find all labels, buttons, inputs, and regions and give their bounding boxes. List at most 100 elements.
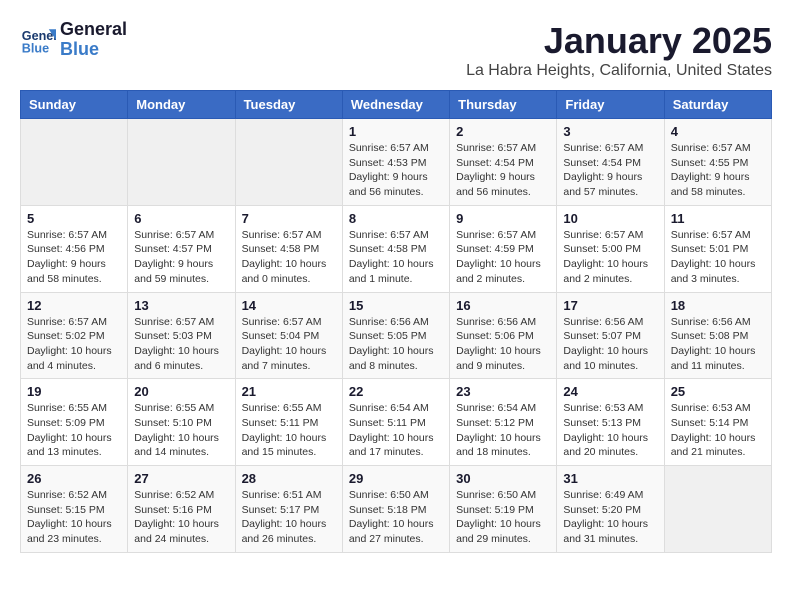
day-number: 14 (242, 298, 336, 313)
calendar-cell: 5Sunrise: 6:57 AM Sunset: 4:56 PM Daylig… (21, 205, 128, 292)
day-info: Sunrise: 6:57 AM Sunset: 4:58 PM Dayligh… (349, 228, 443, 287)
day-info: Sunrise: 6:53 AM Sunset: 5:13 PM Dayligh… (563, 401, 657, 460)
week-row-1: 1 Sunrise: 6:57 AM Sunset: 4:53 PM Daylig… (21, 119, 772, 206)
day-number: 17 (563, 298, 657, 313)
calendar-cell (235, 119, 342, 206)
logo-line1: General (60, 20, 127, 40)
day-info: Sunrise: 6:54 AM Sunset: 5:12 PM Dayligh… (456, 401, 550, 460)
day-number: 30 (456, 471, 550, 486)
day-info: Sunrise: 6:55 AM Sunset: 5:09 PM Dayligh… (27, 401, 121, 460)
day-info: Sunrise: 6:57 AM Sunset: 4:59 PM Dayligh… (456, 228, 550, 287)
calendar-cell: 28Sunrise: 6:51 AM Sunset: 5:17 PM Dayli… (235, 466, 342, 553)
svg-text:Blue: Blue (22, 41, 49, 55)
day-number: 24 (563, 384, 657, 399)
day-info: Sunrise: 6:57 AM Sunset: 5:03 PM Dayligh… (134, 315, 228, 374)
col-thursday: Thursday (450, 91, 557, 119)
day-info: Sunrise: 6:49 AM Sunset: 5:20 PM Dayligh… (563, 488, 657, 547)
day-number: 7 (242, 211, 336, 226)
calendar-cell: 3 Sunrise: 6:57 AM Sunset: 4:54 PM Daylig… (557, 119, 664, 206)
day-info: Sunrise: 6:54 AM Sunset: 5:11 PM Dayligh… (349, 401, 443, 460)
calendar-subtitle: La Habra Heights, California, United Sta… (466, 62, 772, 80)
day-number: 13 (134, 298, 228, 313)
logo-line2: Blue (60, 40, 127, 60)
day-number: 6 (134, 211, 228, 226)
day-number: 31 (563, 471, 657, 486)
calendar-cell: 21 Sunrise: 6:55 AM Sunset: 5:11 PM Dayli… (235, 379, 342, 466)
day-number: 27 (134, 471, 228, 486)
day-number: 29 (349, 471, 443, 486)
day-info: Sunrise: 6:57 AM Sunset: 4:57 PM Dayligh… (134, 228, 228, 287)
day-number: 15 (349, 298, 443, 313)
calendar-cell: 8Sunrise: 6:57 AM Sunset: 4:58 PM Daylig… (342, 205, 449, 292)
day-info: Sunrise: 6:53 AM Sunset: 5:14 PM Dayligh… (671, 401, 765, 460)
day-info: Sunrise: 6:50 AM Sunset: 5:19 PM Dayligh… (456, 488, 550, 547)
page-header: General Blue General Blue January 2025 L… (20, 20, 772, 80)
calendar-cell: 31 Sunrise: 6:49 AM Sunset: 5:20 PM Dayli… (557, 466, 664, 553)
day-info: Sunrise: 6:57 AM Sunset: 5:01 PM Dayligh… (671, 228, 765, 287)
day-info: Sunrise: 6:55 AM Sunset: 5:10 PM Dayligh… (134, 401, 228, 460)
day-info: Sunrise: 6:52 AM Sunset: 5:16 PM Dayligh… (134, 488, 228, 547)
calendar-cell: 1 Sunrise: 6:57 AM Sunset: 4:53 PM Daylig… (342, 119, 449, 206)
col-friday: Friday (557, 91, 664, 119)
calendar-cell: 30 Sunrise: 6:50 AM Sunset: 5:19 PM Dayli… (450, 466, 557, 553)
day-info: Sunrise: 6:57 AM Sunset: 5:00 PM Dayligh… (563, 228, 657, 287)
day-number: 18 (671, 298, 765, 313)
calendar-cell: 17 Sunrise: 6:56 AM Sunset: 5:07 PM Dayli… (557, 292, 664, 379)
logo-icon: General Blue (20, 22, 56, 58)
calendar-cell: 29 Sunrise: 6:50 AM Sunset: 5:18 PM Dayli… (342, 466, 449, 553)
day-number: 9 (456, 211, 550, 226)
calendar-cell (21, 119, 128, 206)
calendar-cell: 15 Sunrise: 6:56 AM Sunset: 5:05 PM Dayli… (342, 292, 449, 379)
day-number: 23 (456, 384, 550, 399)
day-number: 5 (27, 211, 121, 226)
day-info: Sunrise: 6:55 AM Sunset: 5:11 PM Dayligh… (242, 401, 336, 460)
calendar-cell: 26 Sunrise: 6:52 AM Sunset: 5:15 PM Dayli… (21, 466, 128, 553)
calendar-cell: 13 Sunrise: 6:57 AM Sunset: 5:03 PM Dayli… (128, 292, 235, 379)
day-info: Sunrise: 6:57 AM Sunset: 4:58 PM Dayligh… (242, 228, 336, 287)
calendar-cell (664, 466, 771, 553)
day-info: Sunrise: 6:52 AM Sunset: 5:15 PM Dayligh… (27, 488, 121, 547)
calendar-cell: 6 Sunrise: 6:57 AM Sunset: 4:57 PM Daylig… (128, 205, 235, 292)
day-info: Sunrise: 6:57 AM Sunset: 4:55 PM Dayligh… (671, 141, 765, 200)
day-info: Sunrise: 6:56 AM Sunset: 5:06 PM Dayligh… (456, 315, 550, 374)
day-info: Sunrise: 6:57 AM Sunset: 4:54 PM Dayligh… (563, 141, 657, 200)
col-sunday: Sunday (21, 91, 128, 119)
day-info: Sunrise: 6:51 AM Sunset: 5:17 PM Dayligh… (242, 488, 336, 547)
week-row-5: 26 Sunrise: 6:52 AM Sunset: 5:15 PM Dayli… (21, 466, 772, 553)
day-number: 3 (563, 124, 657, 139)
calendar-cell: 2Sunrise: 6:57 AM Sunset: 4:54 PM Daylig… (450, 119, 557, 206)
day-number: 4 (671, 124, 765, 139)
day-info: Sunrise: 6:57 AM Sunset: 5:02 PM Dayligh… (27, 315, 121, 374)
calendar-cell: 16Sunrise: 6:56 AM Sunset: 5:06 PM Dayli… (450, 292, 557, 379)
title-section: January 2025 La Habra Heights, Californi… (466, 20, 772, 80)
logo-text: General Blue (60, 20, 127, 60)
day-info: Sunrise: 6:56 AM Sunset: 5:07 PM Dayligh… (563, 315, 657, 374)
day-info: Sunrise: 6:50 AM Sunset: 5:18 PM Dayligh… (349, 488, 443, 547)
calendar-cell: 12Sunrise: 6:57 AM Sunset: 5:02 PM Dayli… (21, 292, 128, 379)
logo: General Blue General Blue (20, 20, 127, 60)
calendar-cell: 4 Sunrise: 6:57 AM Sunset: 4:55 PM Daylig… (664, 119, 771, 206)
col-monday: Monday (128, 91, 235, 119)
day-number: 22 (349, 384, 443, 399)
calendar-cell: 20Sunrise: 6:55 AM Sunset: 5:10 PM Dayli… (128, 379, 235, 466)
calendar-cell: 22 Sunrise: 6:54 AM Sunset: 5:11 PM Dayli… (342, 379, 449, 466)
day-number: 26 (27, 471, 121, 486)
calendar-cell: 7 Sunrise: 6:57 AM Sunset: 4:58 PM Daylig… (235, 205, 342, 292)
calendar-cell: 27 Sunrise: 6:52 AM Sunset: 5:16 PM Dayli… (128, 466, 235, 553)
day-info: Sunrise: 6:57 AM Sunset: 4:54 PM Dayligh… (456, 141, 550, 200)
calendar-table: Sunday Monday Tuesday Wednesday Thursday… (20, 90, 772, 553)
day-info: Sunrise: 6:57 AM Sunset: 4:53 PM Dayligh… (349, 141, 443, 200)
header-row: Sunday Monday Tuesday Wednesday Thursday… (21, 91, 772, 119)
calendar-cell: 9 Sunrise: 6:57 AM Sunset: 4:59 PM Daylig… (450, 205, 557, 292)
calendar-cell: 10Sunrise: 6:57 AM Sunset: 5:00 PM Dayli… (557, 205, 664, 292)
day-info: Sunrise: 6:56 AM Sunset: 5:05 PM Dayligh… (349, 315, 443, 374)
calendar-title: January 2025 (466, 20, 772, 62)
col-wednesday: Wednesday (342, 91, 449, 119)
calendar-cell: 23 Sunrise: 6:54 AM Sunset: 5:12 PM Dayli… (450, 379, 557, 466)
day-number: 21 (242, 384, 336, 399)
calendar-cell: 11Sunrise: 6:57 AM Sunset: 5:01 PM Dayli… (664, 205, 771, 292)
calendar-cell: 18 Sunrise: 6:56 AM Sunset: 5:08 PM Dayli… (664, 292, 771, 379)
day-number: 1 (349, 124, 443, 139)
day-info: Sunrise: 6:56 AM Sunset: 5:08 PM Dayligh… (671, 315, 765, 374)
week-row-3: 12Sunrise: 6:57 AM Sunset: 5:02 PM Dayli… (21, 292, 772, 379)
